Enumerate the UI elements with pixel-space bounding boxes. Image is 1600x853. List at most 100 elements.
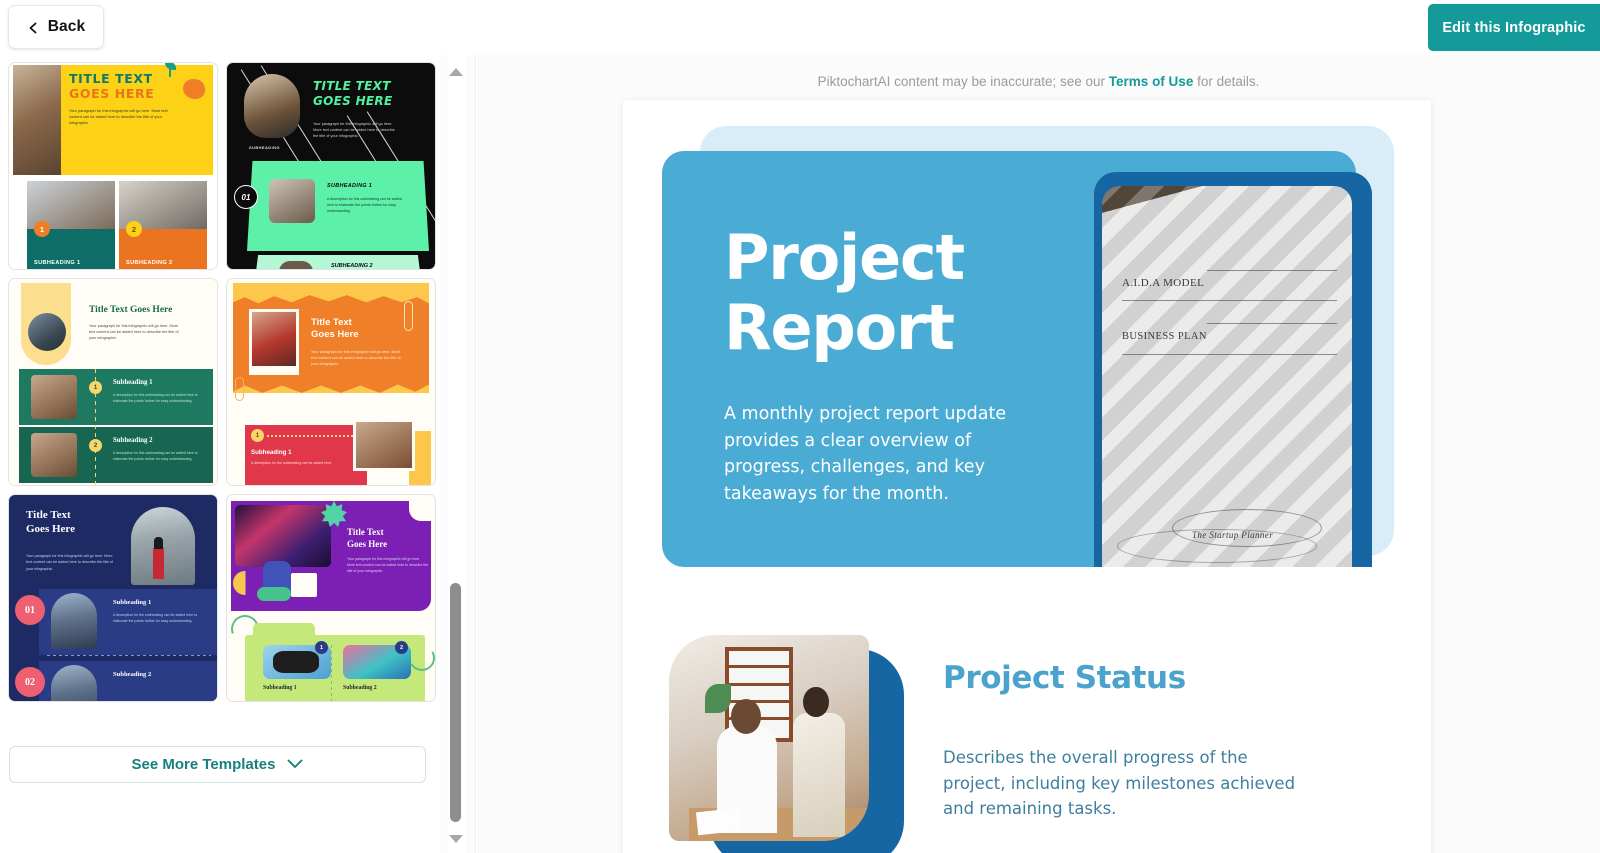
template-thumbnail-grid: TITLE TEXT GOES HERE Your paragraph for … bbox=[8, 62, 436, 702]
thumb5-title: Title Text Goes Here bbox=[26, 509, 75, 537]
thumb4-title-line1: Title Text bbox=[311, 317, 352, 328]
thumb6-paragraph: Your paragraph for this infographic will… bbox=[347, 557, 429, 573]
thumb5-title-line2: Goes Here bbox=[26, 522, 75, 535]
edit-infographic-button[interactable]: Edit this Infographic bbox=[1428, 4, 1600, 51]
thumb3-sub1: Subheading 1 bbox=[113, 379, 153, 386]
template-thumbnail-navy-london[interactable]: Title Text Goes Here Your paragraph for … bbox=[8, 494, 218, 702]
thumb2-sub1-desc: A description for this subheading can be… bbox=[327, 197, 402, 213]
thumb4-paperclip-icon bbox=[404, 301, 413, 331]
infographic-hero-section: Project Report A monthly project report … bbox=[662, 126, 1394, 567]
template-sidebar: TITLE TEXT GOES HERE Your paragraph for … bbox=[0, 55, 440, 853]
thumb2-panel-photo bbox=[269, 179, 315, 223]
thumb1-sub2: SUBHEADING 2 bbox=[126, 260, 173, 266]
thumb4-paperclip2-icon bbox=[235, 377, 244, 401]
scrollbar-thumb[interactable] bbox=[450, 583, 461, 822]
thumb5-dashed-divider bbox=[47, 655, 211, 657]
status-photo-person-2 bbox=[793, 713, 845, 837]
thumb6-board-decor bbox=[291, 573, 317, 597]
thumb6-title: Title Text Goes Here bbox=[347, 527, 387, 550]
thumb3-sub2: Subheading 2 bbox=[113, 437, 153, 444]
status-team-photo bbox=[669, 635, 869, 841]
hero-photo-caption-aida: A.I.D.A MODEL bbox=[1122, 277, 1205, 290]
thumb4-polaroid-photo bbox=[249, 309, 299, 375]
template-thumbnail-black-green[interactable]: TITLE TEXT GOES HERE Your paragraph for … bbox=[226, 62, 436, 270]
thumb6-sub2: Subheading 2 bbox=[343, 685, 377, 691]
thumb2-panel2-photo bbox=[279, 261, 313, 269]
thumb3-band1-photo bbox=[31, 375, 77, 419]
template-thumbnail-purple-gaming[interactable]: Title Text Goes Here Your paragraph for … bbox=[226, 494, 436, 702]
thumb5-guard-hat bbox=[154, 537, 163, 549]
thumb6-corner-notch bbox=[409, 501, 431, 521]
hero-title-line2: Report bbox=[724, 291, 955, 365]
thumb1-card-2: SUBHEADING 2 2 bbox=[119, 181, 207, 269]
preview-area: PiktochartAI content may be inaccurate; … bbox=[477, 55, 1600, 853]
thumb5-sub1-desc: A description for the subheading can be … bbox=[113, 613, 198, 623]
template-thumbnail-orange-torn[interactable]: Title Text Goes Here Your paragraph for … bbox=[226, 278, 436, 486]
thumb5-badge-1: 01 bbox=[15, 595, 45, 625]
top-bar: Back Edit this Infographic bbox=[0, 0, 1600, 55]
thumb6-sub1: Subheading 1 bbox=[263, 685, 297, 691]
thumb2-title: TITLE TEXT GOES HERE bbox=[313, 79, 392, 110]
thumb2-number-badge: 01 bbox=[234, 185, 258, 209]
thumb1-photo bbox=[13, 65, 61, 175]
thumb1-badge-2: 2 bbox=[126, 221, 142, 237]
thumb5-band1-photo bbox=[51, 593, 97, 649]
chevron-down-icon bbox=[287, 756, 303, 773]
ai-disclaimer: PiktochartAI content may be inaccurate; … bbox=[477, 74, 1600, 89]
infographic-canvas[interactable]: Project Report A monthly project report … bbox=[623, 100, 1431, 853]
thumb1-sub1: SUBHEADING 1 bbox=[34, 260, 81, 266]
thumb3-badge-1: 1 bbox=[89, 381, 102, 394]
status-section-title: Project Status bbox=[943, 660, 1186, 696]
thumb1-card-1: SUBHEADING 1 1 bbox=[27, 181, 115, 269]
thumb4-title-line2: Goes Here bbox=[311, 328, 359, 340]
chevron-left-icon bbox=[27, 21, 39, 34]
thumb4-dotted-line bbox=[267, 435, 353, 437]
thumb6-title-line1: Title Text bbox=[347, 527, 384, 537]
thumb4-paragraph: Your paragraph for this infographic will… bbox=[311, 350, 401, 367]
thumb5-arch-photo bbox=[131, 507, 195, 585]
thumb2-sub1: SUBHEADING 1 bbox=[327, 183, 373, 189]
thumb2-subheading-small: SUBHEADING bbox=[249, 145, 280, 150]
ai-disclaimer-prefix: PiktochartAI content may be inaccurate; … bbox=[817, 74, 1109, 89]
status-photo-person-2-head bbox=[803, 686, 829, 718]
thumb5-title-line1: Title Text bbox=[26, 509, 71, 521]
template-thumbnail-yellow-vaccine[interactable]: TITLE TEXT GOES HERE Your paragraph for … bbox=[8, 62, 218, 270]
thumb5-sub2: Subheading 2 bbox=[113, 671, 152, 678]
hero-subtitle: A monthly project report update provides… bbox=[724, 404, 1007, 504]
see-more-templates-button[interactable]: See More Templates bbox=[9, 746, 426, 783]
ai-disclaimer-suffix: for details. bbox=[1193, 74, 1260, 89]
thumb5-paragraph: Your paragraph for this infographic will… bbox=[26, 554, 113, 571]
back-button-label: Back bbox=[47, 18, 86, 35]
status-photo-person-1-head bbox=[731, 698, 761, 734]
see-more-templates-label: See More Templates bbox=[131, 756, 276, 773]
thumb2-paragraph: Your paragraph for this infographic will… bbox=[313, 122, 395, 139]
scroll-up-arrow-icon[interactable] bbox=[449, 68, 463, 76]
sidebar-scrollbar[interactable] bbox=[440, 55, 476, 853]
hero-title-line1: Project bbox=[724, 221, 965, 294]
thumb1-blob-decor bbox=[183, 79, 205, 99]
thumb4-sub1: Subheading 1 bbox=[251, 449, 292, 456]
thumb6-title-line2: Goes Here bbox=[347, 538, 388, 549]
thumb6-concert-photo bbox=[235, 505, 331, 567]
thumb3-title: Title Text Goes Here bbox=[89, 305, 173, 315]
thumb4-badge-1: 1 bbox=[251, 429, 264, 442]
back-button[interactable]: Back bbox=[8, 5, 104, 49]
thumb6-badge-1: 1 bbox=[315, 641, 328, 654]
hero-photo-caption-startup: The Startup Planner bbox=[1192, 530, 1274, 540]
thumb6-divider bbox=[331, 645, 333, 701]
thumb2-title-line2: GOES HERE bbox=[313, 94, 393, 109]
status-photo-block bbox=[669, 635, 904, 853]
status-photo-paper bbox=[695, 807, 743, 836]
template-thumbnail-cream-teal[interactable]: Title Text Goes Here Your paragraph for … bbox=[8, 278, 218, 486]
thumb3-sub1-desc: A description for this subheading can be… bbox=[113, 393, 198, 403]
thumb4-title: Title Text Goes Here bbox=[311, 317, 359, 341]
thumb3-badge-2: 2 bbox=[89, 439, 102, 452]
thumb2-title-line1: TITLE TEXT bbox=[313, 79, 391, 93]
thumb6-badge-2: 2 bbox=[395, 641, 408, 654]
scroll-down-arrow-icon[interactable] bbox=[449, 835, 463, 843]
hero-planner-photo: A.I.D.A MODEL BUSINESS PLAN The Startup … bbox=[1102, 186, 1352, 567]
status-section-body: Describes the overall progress of the pr… bbox=[943, 748, 1296, 819]
terms-of-use-link[interactable]: Terms of Use bbox=[1109, 74, 1194, 89]
thumb1-badge-1: 1 bbox=[34, 221, 50, 237]
thumb3-paragraph: Your paragraph for this infographic will… bbox=[89, 324, 179, 341]
